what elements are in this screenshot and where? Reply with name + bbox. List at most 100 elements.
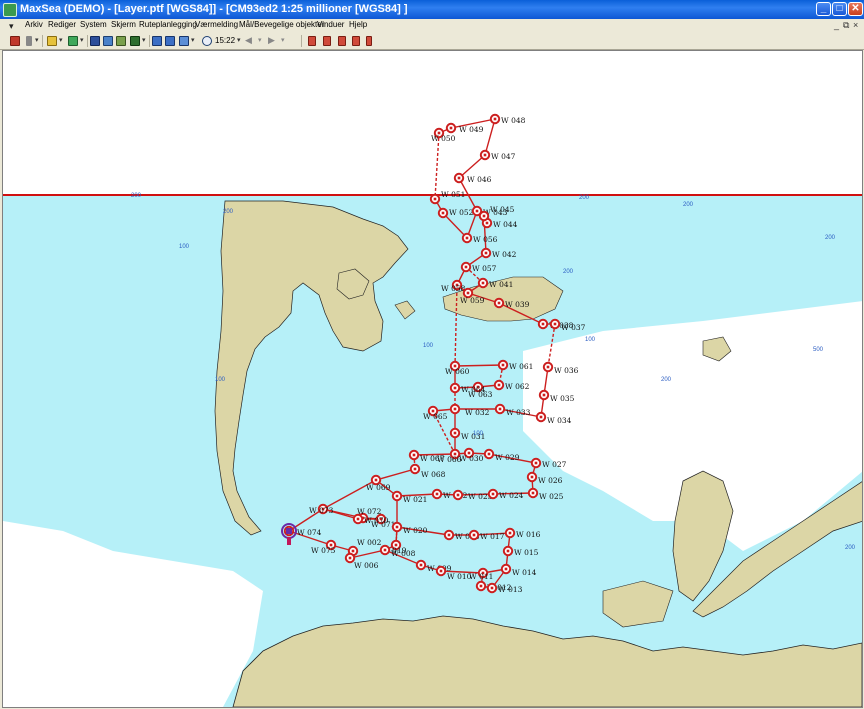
- waypoint-marker[interactable]: W 062: [493, 379, 530, 391]
- display-mode-1-icon[interactable]: [90, 36, 100, 46]
- depth-label: 200: [683, 202, 694, 208]
- waypoint-marker[interactable]: W 039: [493, 297, 530, 309]
- window-title: MaxSea (DEMO) - [Layer.ptf [WGS84]] - [C…: [20, 3, 408, 15]
- waypoint-marker[interactable]: W 016: [504, 527, 541, 539]
- waypoint-label: W 065: [423, 412, 448, 421]
- waypoint-center: [530, 475, 534, 479]
- menu-vaermelding[interactable]: Værmelding: [195, 20, 238, 29]
- menu-skjerm[interactable]: Skjerm: [111, 20, 136, 29]
- chart-tool-dropdown-icon[interactable]: ▾: [59, 36, 63, 44]
- waypoint-label: W 052: [449, 208, 474, 217]
- waypoint-marker[interactable]: W 015: [502, 545, 539, 557]
- step-forward-dropdown-icon[interactable]: ▾: [281, 36, 285, 44]
- chart-tool-icon[interactable]: [47, 36, 57, 46]
- waypoint-marker[interactable]: W 041: [477, 277, 514, 289]
- waypoint-center: [541, 322, 545, 326]
- waypoint-marker[interactable]: W 047: [479, 149, 516, 161]
- display-mode-4-icon[interactable]: [130, 36, 140, 46]
- waypoint-label: W 074: [297, 528, 322, 537]
- menu-maal-bevegelige-objekter[interactable]: Mål/Bevegelige objekter: [239, 20, 324, 29]
- title-bar[interactable]: MaxSea (DEMO) - [Layer.ptf [WGS84]] - [C…: [0, 0, 864, 19]
- waypoint-marker[interactable]: W 023: [452, 489, 493, 501]
- waypoint-marker[interactable]: W 046: [453, 172, 492, 184]
- close-button[interactable]: ✕: [848, 2, 863, 16]
- waypoint-marker[interactable]: W 042: [480, 247, 517, 259]
- nautical-chart[interactable]: W 048W 049W 050W 047W 046W 051W 052 W 043…: [3, 51, 862, 707]
- waypoint-center: [439, 569, 443, 573]
- menu-rediger[interactable]: Rediger: [48, 20, 76, 29]
- clock-icon[interactable]: [202, 36, 212, 46]
- route-join-icon[interactable]: [352, 36, 360, 46]
- waypoint-marker[interactable]: W 024: [487, 488, 524, 500]
- waypoint-marker[interactable]: W 061: [497, 359, 534, 371]
- waypoint-center: [351, 549, 355, 553]
- route-add-icon[interactable]: [323, 36, 331, 46]
- clock-dropdown-icon[interactable]: ▾: [237, 36, 241, 44]
- route-delete-icon[interactable]: [366, 36, 372, 46]
- menu-vinduer[interactable]: Vinduer: [317, 20, 344, 29]
- waypoint-marker[interactable]: W 027: [530, 457, 567, 469]
- system-menu-icon[interactable]: ▾: [9, 21, 19, 31]
- waypoint-center: [435, 492, 439, 496]
- waypoint-label: W 075: [311, 546, 336, 555]
- clock-time: 15:22: [215, 36, 236, 45]
- waypoint-center: [457, 176, 461, 180]
- pointer-dropdown-icon[interactable]: ▾: [35, 36, 39, 44]
- menu-bar: ▾ Arkiv Rediger System Skjerm Ruteplanle…: [0, 19, 864, 33]
- menu-hjelp[interactable]: Hjelp: [349, 20, 367, 29]
- waypoint-center: [508, 531, 512, 535]
- waypoint-center: [484, 251, 488, 255]
- pencil-icon[interactable]: [10, 36, 20, 46]
- depth-label: 100: [585, 337, 596, 343]
- pointer-tool-icon[interactable]: [26, 36, 32, 46]
- window-split-icon[interactable]: [179, 36, 189, 46]
- maximize-button[interactable]: □: [832, 2, 847, 16]
- waypoint-label: W 016: [516, 530, 541, 539]
- minimize-button[interactable]: _: [816, 2, 831, 16]
- waypoint-marker[interactable]: W 057: [460, 261, 497, 273]
- waypoint-label: W 024: [499, 491, 524, 500]
- step-back-icon[interactable]: ◀: [245, 35, 252, 46]
- mdi-close-button[interactable]: ×: [853, 20, 858, 30]
- waypoint-center: [546, 365, 550, 369]
- window-tile-icon[interactable]: [152, 36, 162, 46]
- waypoint-marker[interactable]: W 013: [486, 582, 523, 594]
- route-reverse-icon[interactable]: [338, 36, 346, 46]
- chart-view[interactable]: W 048 W 049 W 050 W 047 W 046 W 051 W 052 W 043…: [2, 50, 863, 708]
- waypoint-marker[interactable]: W 070: [352, 513, 389, 525]
- step-forward-icon[interactable]: ▶: [268, 35, 275, 46]
- menu-system[interactable]: System: [80, 20, 107, 29]
- mdi-minimize-button[interactable]: _: [834, 20, 839, 30]
- waypoint-marker[interactable]: W 064: [449, 382, 486, 394]
- route-insert-icon[interactable]: [308, 36, 316, 46]
- waypoint-label: W 050: [431, 134, 456, 143]
- waypoint-marker[interactable]: W 044: [481, 217, 518, 229]
- waypoint-label: W 069: [366, 483, 391, 492]
- display-mode-3-icon[interactable]: [116, 36, 126, 46]
- layers-dropdown-icon[interactable]: ▾: [80, 36, 84, 44]
- waypoint-label: W 056: [473, 235, 498, 244]
- menu-arkiv[interactable]: Arkiv: [25, 20, 43, 29]
- waypoint-marker[interactable]: W 056: [461, 232, 498, 244]
- waypoint-label: W 010: [447, 572, 472, 581]
- menu-ruteplanlegging[interactable]: Ruteplanlegging: [139, 20, 197, 29]
- depth-label: 200: [825, 235, 836, 241]
- window-dropdown-icon[interactable]: ▾: [191, 36, 195, 44]
- layers-icon[interactable]: [68, 36, 78, 46]
- step-back-dropdown-icon[interactable]: ▾: [258, 36, 262, 44]
- display-mode-dropdown-icon[interactable]: ▾: [142, 36, 146, 44]
- waypoint-marker[interactable]: W 052: [437, 207, 474, 219]
- depth-label: 200: [563, 269, 574, 275]
- display-mode-2-icon[interactable]: [103, 36, 113, 46]
- waypoint-center: [539, 415, 543, 419]
- window-cascade-icon[interactable]: [165, 36, 175, 46]
- waypoint-marker[interactable]: W 017: [468, 529, 505, 541]
- waypoint-marker[interactable]: W 049: [445, 122, 484, 134]
- mdi-restore-button[interactable]: ⧉: [843, 20, 849, 31]
- waypoint-label: W 060: [445, 367, 470, 376]
- waypoint-label: W 015: [514, 548, 539, 557]
- waypoint-label: W 049: [459, 125, 484, 134]
- app-icon: [3, 3, 17, 17]
- waypoint-marker[interactable]: W 073: [309, 503, 334, 515]
- waypoint-marker[interactable]: W 048: [489, 113, 526, 125]
